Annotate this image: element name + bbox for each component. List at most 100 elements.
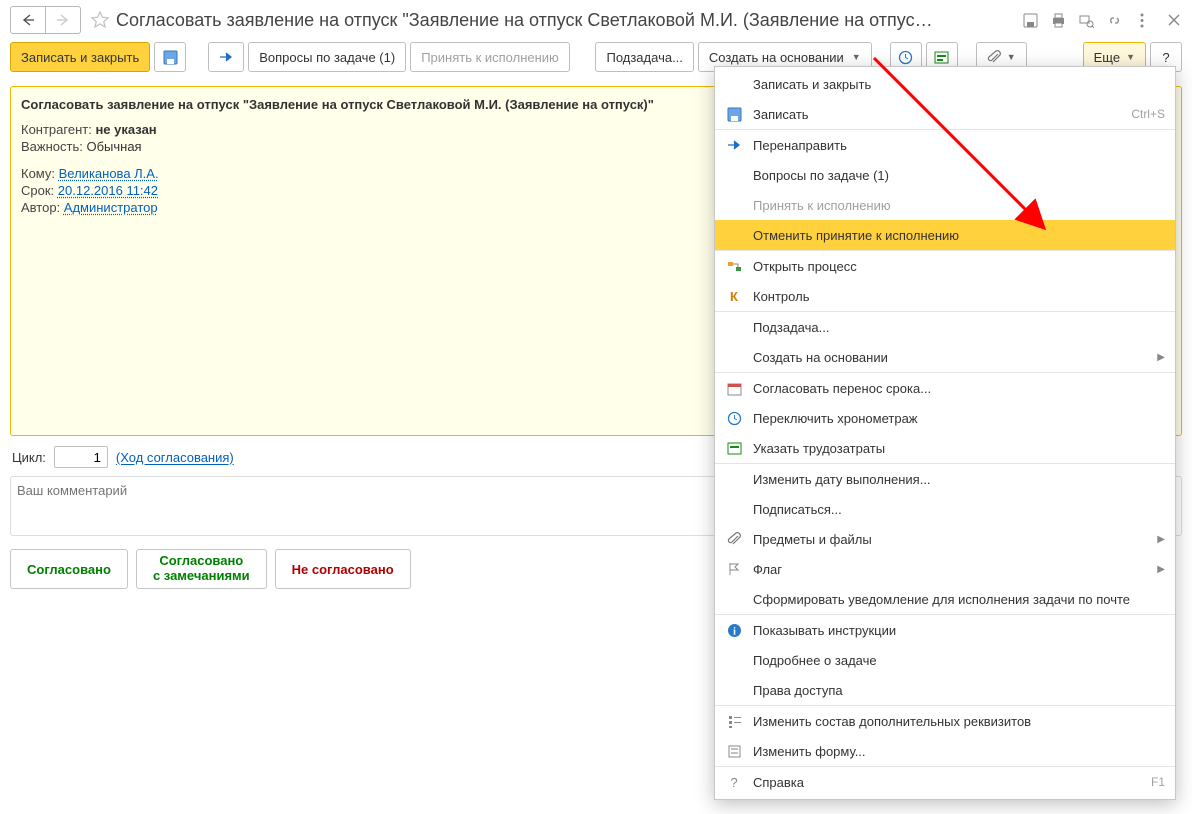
menu-item-shortcut: F1 bbox=[1151, 775, 1165, 789]
menu-item[interactable]: Указать трудозатраты bbox=[715, 433, 1175, 463]
save-icon[interactable] bbox=[1022, 12, 1038, 28]
arrow-right-blue-icon bbox=[219, 51, 233, 63]
menu-item[interactable]: Перенаправить bbox=[715, 129, 1175, 160]
menu-item-label: Права доступа bbox=[753, 683, 1165, 698]
approve-button[interactable]: Согласовано bbox=[10, 549, 128, 589]
approval-progress-link[interactable]: (Ход согласования) bbox=[116, 450, 234, 465]
arrow-right-icon bbox=[56, 14, 70, 26]
menu-item[interactable]: Переключить хронометраж bbox=[715, 403, 1175, 433]
menu-item[interactable]: Права доступа bbox=[715, 675, 1175, 705]
to-label: Кому: bbox=[21, 166, 59, 181]
svg-text:i: i bbox=[733, 626, 736, 637]
form-icon bbox=[725, 744, 743, 759]
menu-item-label: Подробнее о задаче bbox=[753, 653, 1165, 668]
importance-label: Важность: bbox=[21, 139, 86, 154]
arrow-left-icon bbox=[21, 14, 35, 26]
print-icon[interactable] bbox=[1050, 12, 1066, 28]
nav-back-button[interactable] bbox=[10, 6, 46, 34]
submenu-arrow-icon: ▶ bbox=[1157, 534, 1165, 545]
author-value-link[interactable]: Администратор bbox=[64, 200, 158, 215]
zoom-icon[interactable] bbox=[1078, 12, 1094, 28]
menu-item: Принять к исполнению bbox=[715, 190, 1175, 220]
menu-item[interactable]: ККонтроль bbox=[715, 281, 1175, 311]
close-icon[interactable] bbox=[1166, 12, 1182, 28]
menu-item[interactable]: Подзадача... bbox=[715, 311, 1175, 342]
menu-item-label: Изменить состав дополнительных реквизито… bbox=[753, 714, 1165, 729]
timesheet-icon bbox=[934, 50, 949, 65]
menu-item[interactable]: Записать Ctrl+S bbox=[715, 99, 1175, 129]
task-questions-button[interactable]: Вопросы по задаче (1) bbox=[248, 42, 406, 72]
info-icon: i bbox=[725, 623, 743, 638]
menu-item[interactable]: Флаг ▶ bbox=[715, 554, 1175, 584]
menu-item-label: Принять к исполнению bbox=[753, 198, 1165, 213]
kebab-menu-icon[interactable] bbox=[1134, 12, 1150, 28]
q-icon: ? bbox=[725, 775, 743, 790]
nav-forward-button[interactable] bbox=[45, 6, 81, 34]
counterparty-value: не указан bbox=[95, 122, 156, 137]
clock-icon bbox=[898, 50, 913, 65]
menu-item[interactable]: Изменить состав дополнительных реквизито… bbox=[715, 705, 1175, 736]
menu-item-label: Согласовать перенос срока... bbox=[753, 381, 1165, 396]
chevron-down-icon: ▼ bbox=[1007, 52, 1016, 62]
menu-item-label: Вопросы по задаче (1) bbox=[753, 168, 1165, 183]
clip-icon bbox=[987, 50, 1001, 64]
submenu-arrow-icon: ▶ bbox=[1157, 352, 1165, 363]
menu-item[interactable]: Согласовать перенос срока... bbox=[715, 372, 1175, 403]
to-value-link[interactable]: Великанова Л.А. bbox=[59, 166, 159, 181]
arrow-right-icon bbox=[725, 139, 743, 151]
menu-item-label: Открыть процесс bbox=[753, 259, 1165, 274]
menu-item-shortcut: Ctrl+S bbox=[1131, 107, 1165, 121]
menu-item-label: Переключить хронометраж bbox=[753, 411, 1165, 426]
menu-item[interactable]: Подробнее о задаче bbox=[715, 645, 1175, 675]
menu-item[interactable]: Создать на основании ▶ bbox=[715, 342, 1175, 372]
save-button[interactable] bbox=[154, 42, 186, 72]
menu-item[interactable]: ? Справка F1 bbox=[715, 766, 1175, 797]
subtask-button[interactable]: Подзадача... bbox=[595, 42, 693, 72]
process-icon bbox=[725, 259, 743, 274]
cycle-label: Цикл: bbox=[12, 450, 46, 465]
menu-item-label: Флаг bbox=[753, 562, 1147, 577]
approve-with-notes-button[interactable]: Согласовано с замечаниями bbox=[136, 549, 267, 589]
redirect-button[interactable] bbox=[208, 42, 244, 72]
clip-icon bbox=[725, 532, 743, 546]
menu-item-label: Справка bbox=[753, 775, 1141, 790]
calendar-icon bbox=[725, 381, 743, 396]
menu-item-label: Показывать инструкции bbox=[753, 623, 1165, 638]
reject-button[interactable]: Не согласовано bbox=[275, 549, 411, 589]
menu-item-label: Подзадача... bbox=[753, 320, 1165, 335]
menu-item-label: Отменить принятие к исполнению bbox=[753, 228, 1165, 243]
menu-item-label: Указать трудозатраты bbox=[753, 441, 1165, 456]
author-label: Автор: bbox=[21, 200, 64, 215]
menu-item-label: Записать bbox=[753, 107, 1121, 122]
deadline-value-link[interactable]: 20.12.2016 11:42 bbox=[58, 183, 158, 198]
menu-item[interactable]: Изменить дату выполнения... bbox=[715, 463, 1175, 494]
menu-item-label: Контроль bbox=[753, 289, 1165, 304]
favorite-star-icon[interactable] bbox=[90, 10, 110, 30]
menu-item[interactable]: Открыть процесс bbox=[715, 250, 1175, 281]
accept-exec-button[interactable]: Принять к исполнению bbox=[410, 42, 570, 72]
menu-item[interactable]: i Показывать инструкции bbox=[715, 614, 1175, 645]
menu-item[interactable]: Подписаться... bbox=[715, 494, 1175, 524]
list-icon bbox=[725, 714, 743, 729]
deadline-label: Срок: bbox=[21, 183, 58, 198]
link-icon[interactable] bbox=[1106, 12, 1122, 28]
save-close-button[interactable]: Записать и закрыть bbox=[10, 42, 150, 72]
menu-item[interactable]: Записать и закрыть bbox=[715, 69, 1175, 99]
menu-item[interactable]: Вопросы по задаче (1) bbox=[715, 160, 1175, 190]
menu-item-label: Предметы и файлы bbox=[753, 532, 1147, 547]
menu-item-label: Подписаться... bbox=[753, 502, 1165, 517]
menu-item-label: Создать на основании bbox=[753, 350, 1147, 365]
more-menu: Записать и закрыть Записать Ctrl+S Перенапр… bbox=[714, 66, 1176, 800]
menu-item[interactable]: Изменить форму... bbox=[715, 736, 1175, 766]
menu-item[interactable]: Отменить принятие к исполнению bbox=[715, 220, 1175, 250]
page-title: Согласовать заявление на отпуск "Заявлен… bbox=[116, 10, 933, 31]
menu-item-label: Сформировать уведомление для исполнения … bbox=[753, 592, 1165, 607]
menu-item[interactable]: Предметы и файлы ▶ bbox=[715, 524, 1175, 554]
menu-item-label: Изменить форму... bbox=[753, 744, 1165, 759]
chevron-down-icon: ▼ bbox=[852, 52, 861, 62]
cycle-input[interactable] bbox=[54, 446, 108, 468]
importance-value: Обычная bbox=[86, 139, 141, 154]
submenu-arrow-icon: ▶ bbox=[1157, 564, 1165, 575]
menu-item[interactable]: Сформировать уведомление для исполнения … bbox=[715, 584, 1175, 614]
menu-item-label: Перенаправить bbox=[753, 138, 1165, 153]
